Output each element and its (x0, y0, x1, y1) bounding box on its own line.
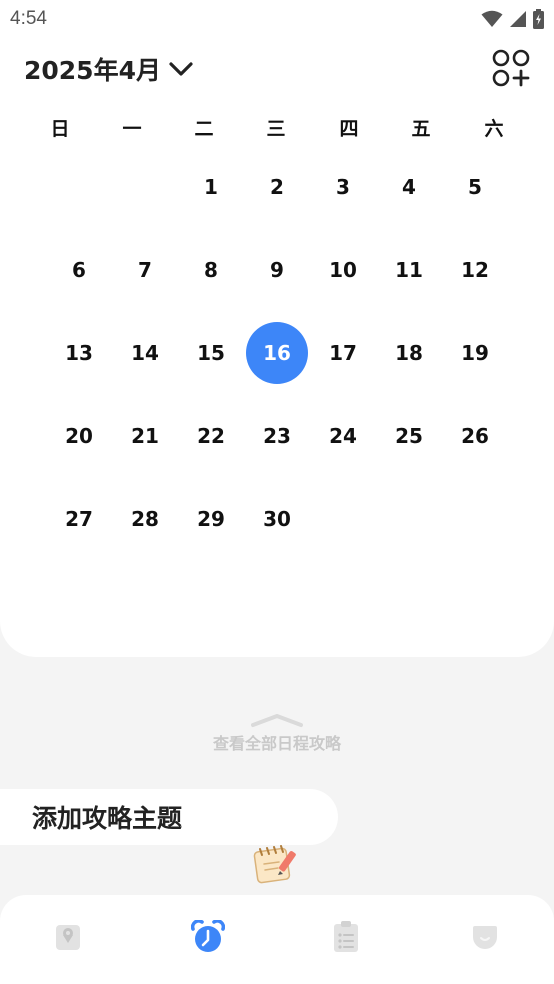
calendar-day[interactable]: 8 (180, 239, 242, 301)
weekday-label: 二 (194, 118, 214, 140)
calendar-day[interactable]: 7 (114, 239, 176, 301)
calendar-day[interactable]: 3 (312, 156, 374, 218)
status-bar: 4:54 (0, 0, 554, 38)
calendar-day[interactable]: 1 (180, 156, 242, 218)
calendar-day[interactable]: 25 (378, 405, 440, 467)
signal-icon (510, 11, 526, 27)
calendar-day[interactable]: 6 (48, 239, 110, 301)
calendar-day[interactable]: 14 (114, 322, 176, 384)
notepad-pencil-icon (253, 845, 296, 884)
calendar-day[interactable]: 22 (180, 405, 242, 467)
add-theme-button[interactable]: 添加攻略主题 (0, 789, 338, 845)
nav-profile[interactable] (465, 917, 505, 957)
calendar-day[interactable]: 24 (312, 405, 374, 467)
weekday-label: 一 (122, 118, 142, 140)
calendar-card: 4:54 2025年4月 日 一 二 三 四 五 六 1 2 3 4 5 6 7… (0, 0, 554, 657)
view-all-schedules[interactable]: 查看全部日程攻略 (0, 712, 554, 754)
calendar-day[interactable]: 15 (180, 322, 242, 384)
month-label: 2025年4月 (24, 56, 161, 85)
checklist-icon (334, 921, 358, 952)
weekday-label: 五 (411, 118, 431, 140)
nav-checklist[interactable] (326, 917, 366, 957)
weekday-label: 日 (50, 118, 70, 140)
calendar-day[interactable]: 27 (48, 488, 110, 550)
view-all-label: 查看全部日程攻略 (212, 734, 341, 753)
nav-map[interactable] (48, 917, 88, 957)
add-theme-label: 添加攻略主题 (32, 804, 183, 833)
calendar-day[interactable]: 30 (246, 488, 308, 550)
calendar-day[interactable]: 12 (444, 239, 506, 301)
weekday-label: 六 (484, 118, 504, 140)
calendar-day[interactable]: 11 (378, 239, 440, 301)
calendar-day[interactable]: 21 (114, 405, 176, 467)
calendar-day[interactable]: 9 (246, 239, 308, 301)
nav-schedule[interactable] (188, 917, 228, 957)
wifi-icon (481, 10, 503, 27)
calendar-day[interactable]: 19 (444, 322, 506, 384)
status-icons (481, 8, 544, 30)
calendar-day[interactable]: 13 (48, 322, 110, 384)
bottom-nav (0, 895, 554, 984)
map-pin-icon (56, 925, 80, 950)
calendar-day[interactable]: 29 (180, 488, 242, 550)
weekday-label: 四 (339, 118, 359, 140)
calendar-day-selected[interactable]: 16 (246, 322, 308, 384)
chevron-up-icon (251, 714, 303, 727)
calendar-day[interactable]: 17 (312, 322, 374, 384)
alarm-clock-icon (191, 920, 225, 952)
calendar-day[interactable]: 5 (444, 156, 506, 218)
weekday-header: 日 一 二 三 四 五 六 (24, 114, 530, 144)
calendar-day[interactable]: 20 (48, 405, 110, 467)
month-selector[interactable]: 2025年4月 (24, 50, 193, 88)
calendar-day[interactable]: 4 (378, 156, 440, 218)
calendar-day[interactable]: 2 (246, 156, 308, 218)
chevron-down-icon (169, 62, 193, 76)
status-time: 4:54 (10, 8, 47, 29)
battery-icon (533, 9, 544, 29)
calendar-day[interactable]: 10 (312, 239, 374, 301)
face-icon (473, 926, 497, 949)
calendar-day[interactable]: 28 (114, 488, 176, 550)
calendar-day[interactable]: 18 (378, 322, 440, 384)
weekday-label: 三 (266, 118, 286, 140)
calendar-day[interactable]: 23 (246, 405, 308, 467)
apps-add-icon[interactable] (492, 48, 532, 88)
calendar-day[interactable]: 26 (444, 405, 506, 467)
